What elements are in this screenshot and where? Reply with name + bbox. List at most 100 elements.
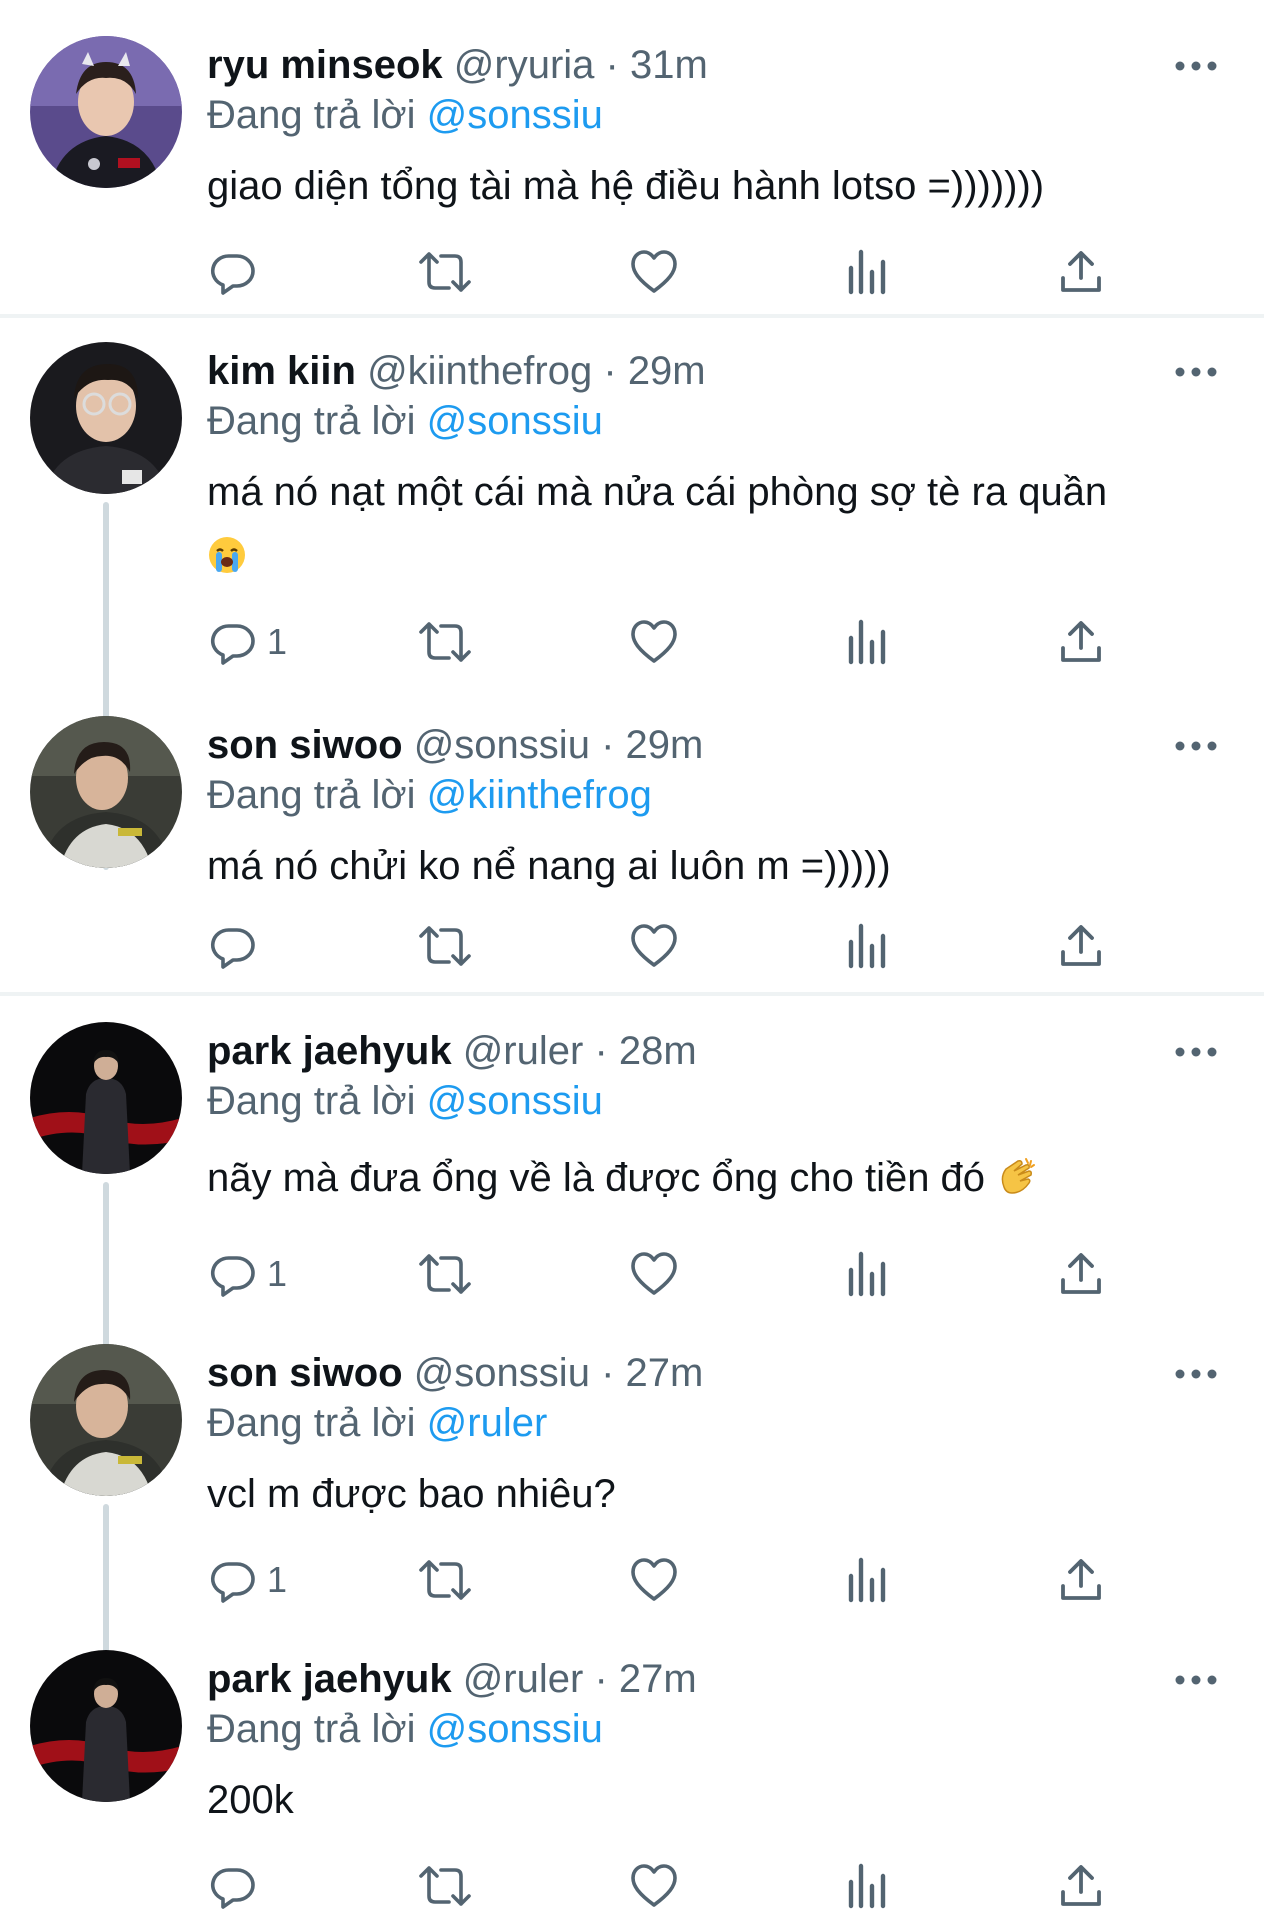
loudly-crying-face-icon bbox=[207, 530, 247, 573]
timestamp[interactable]: 29m bbox=[626, 723, 704, 767]
more-options-icon[interactable] bbox=[1168, 1032, 1224, 1072]
action-bar: 1 bbox=[207, 1550, 1137, 1610]
share-button[interactable] bbox=[1059, 612, 1103, 672]
timestamp[interactable]: 27m bbox=[626, 1351, 704, 1395]
tweet[interactable]: kim kiin @kiinthefrog · 29m Đang trả lời… bbox=[0, 342, 1264, 870]
share-icon bbox=[1059, 1862, 1103, 1910]
views-icon bbox=[845, 1556, 889, 1604]
reply-feed: ryu minseok @ryuria · 31m Đang trả lời @… bbox=[0, 0, 1264, 1920]
retweet-icon bbox=[417, 248, 473, 296]
replying-to: Đang trả lời @sonssiu bbox=[207, 392, 603, 450]
reply-button[interactable]: 1 bbox=[209, 612, 287, 672]
tweet[interactable]: park jaehyuk @ruler · 28m Đang trả lời @… bbox=[0, 1022, 1264, 1482]
tweet-text: 200k bbox=[207, 1768, 1197, 1832]
reply-button[interactable]: 1 bbox=[209, 1244, 287, 1304]
reply-icon bbox=[209, 1556, 257, 1604]
like-button[interactable] bbox=[629, 612, 679, 672]
display-name[interactable]: park jaehyuk bbox=[207, 1029, 452, 1073]
timestamp[interactable]: 27m bbox=[619, 1657, 697, 1701]
like-icon bbox=[629, 248, 679, 296]
more-options-icon[interactable] bbox=[1168, 46, 1224, 86]
tweet[interactable]: park jaehyuk @ruler · 27m Đang trả lời @… bbox=[0, 1650, 1264, 1920]
separator-dot: · bbox=[605, 43, 619, 87]
retweet-button[interactable] bbox=[417, 1856, 473, 1916]
reply-icon bbox=[209, 1250, 257, 1298]
views-icon bbox=[845, 1250, 889, 1298]
user-handle[interactable]: @sonssiu bbox=[414, 1351, 590, 1395]
tweet[interactable]: son siwoo @sonssiu · 29m Đang trả lời @k… bbox=[0, 716, 1264, 986]
like-button[interactable] bbox=[629, 242, 679, 302]
user-handle[interactable]: @sonssiu bbox=[414, 723, 590, 767]
reply-button[interactable]: 1 bbox=[209, 1550, 287, 1610]
tweet[interactable]: son siwoo @sonssiu · 27m Đang trả lời @r… bbox=[0, 1344, 1264, 1690]
tweet-text: má nó nạt một cái mà nửa cái phòng sợ tè… bbox=[207, 460, 1197, 588]
views-button[interactable] bbox=[845, 916, 889, 976]
reply-icon bbox=[209, 618, 257, 666]
user-handle[interactable]: @ruler bbox=[463, 1657, 584, 1701]
like-button[interactable] bbox=[629, 1244, 679, 1304]
reply-icon bbox=[209, 248, 257, 296]
share-icon bbox=[1059, 618, 1103, 666]
retweet-button[interactable] bbox=[417, 916, 473, 976]
like-icon bbox=[629, 922, 679, 970]
retweet-button[interactable] bbox=[417, 612, 473, 672]
share-button[interactable] bbox=[1059, 916, 1103, 976]
views-button[interactable] bbox=[845, 612, 889, 672]
reply-button[interactable] bbox=[209, 1856, 267, 1916]
mention-link[interactable]: @sonssiu bbox=[427, 1079, 603, 1123]
like-button[interactable] bbox=[629, 916, 679, 976]
tweet[interactable]: ryu minseok @ryuria · 31m Đang trả lời @… bbox=[0, 36, 1264, 306]
views-button[interactable] bbox=[845, 242, 889, 302]
share-icon bbox=[1059, 922, 1103, 970]
share-button[interactable] bbox=[1059, 1244, 1103, 1304]
share-button[interactable] bbox=[1059, 1550, 1103, 1610]
more-options-icon[interactable] bbox=[1168, 726, 1224, 766]
mention-link[interactable]: @sonssiu bbox=[427, 399, 603, 443]
mention-link[interactable]: @sonssiu bbox=[427, 93, 603, 137]
action-bar: 1 bbox=[207, 612, 1137, 672]
retweet-button[interactable] bbox=[417, 242, 473, 302]
retweet-icon bbox=[417, 1556, 473, 1604]
display-name[interactable]: park jaehyuk bbox=[207, 1657, 452, 1701]
like-button[interactable] bbox=[629, 1856, 679, 1916]
avatar[interactable] bbox=[30, 1650, 182, 1802]
replying-to: Đang trả lời @sonssiu bbox=[207, 86, 603, 144]
views-button[interactable] bbox=[845, 1856, 889, 1916]
tweet-text: giao diện tổng tài mà hệ điều hành lotso… bbox=[207, 154, 1197, 218]
avatar[interactable] bbox=[30, 716, 182, 868]
display-name[interactable]: son siwoo bbox=[207, 1351, 403, 1395]
display-name[interactable]: ryu minseok bbox=[207, 43, 443, 87]
timestamp[interactable]: 29m bbox=[628, 349, 706, 393]
mention-link[interactable]: @ruler bbox=[427, 1401, 548, 1445]
more-options-icon[interactable] bbox=[1168, 352, 1224, 392]
timestamp[interactable]: 28m bbox=[619, 1029, 697, 1073]
share-button[interactable] bbox=[1059, 242, 1103, 302]
action-bar bbox=[207, 242, 1137, 302]
avatar[interactable] bbox=[30, 36, 182, 188]
more-options-icon[interactable] bbox=[1168, 1354, 1224, 1394]
mention-link[interactable]: @kiinthefrog bbox=[427, 773, 652, 817]
timestamp[interactable]: 31m bbox=[630, 43, 708, 87]
avatar[interactable] bbox=[30, 1022, 182, 1174]
reply-icon bbox=[209, 1862, 257, 1910]
avatar[interactable] bbox=[30, 1344, 182, 1496]
user-handle[interactable]: @ruler bbox=[463, 1029, 584, 1073]
reply-button[interactable] bbox=[209, 916, 267, 976]
user-handle[interactable]: @kiinthefrog bbox=[367, 349, 592, 393]
share-button[interactable] bbox=[1059, 1856, 1103, 1916]
more-options-icon[interactable] bbox=[1168, 1660, 1224, 1700]
user-handle[interactable]: @ryuria bbox=[454, 43, 595, 87]
replying-to-label: Đang trả lời bbox=[207, 1707, 416, 1751]
views-button[interactable] bbox=[845, 1244, 889, 1304]
display-name[interactable]: son siwoo bbox=[207, 723, 403, 767]
mention-link[interactable]: @sonssiu bbox=[427, 1707, 603, 1751]
reply-button[interactable] bbox=[209, 242, 267, 302]
retweet-button[interactable] bbox=[417, 1244, 473, 1304]
views-icon bbox=[845, 1862, 889, 1910]
retweet-button[interactable] bbox=[417, 1550, 473, 1610]
display-name[interactable]: kim kiin bbox=[207, 349, 356, 393]
like-button[interactable] bbox=[629, 1550, 679, 1610]
action-bar: 1 bbox=[207, 1244, 1137, 1304]
views-button[interactable] bbox=[845, 1550, 889, 1610]
avatar[interactable] bbox=[30, 342, 182, 494]
